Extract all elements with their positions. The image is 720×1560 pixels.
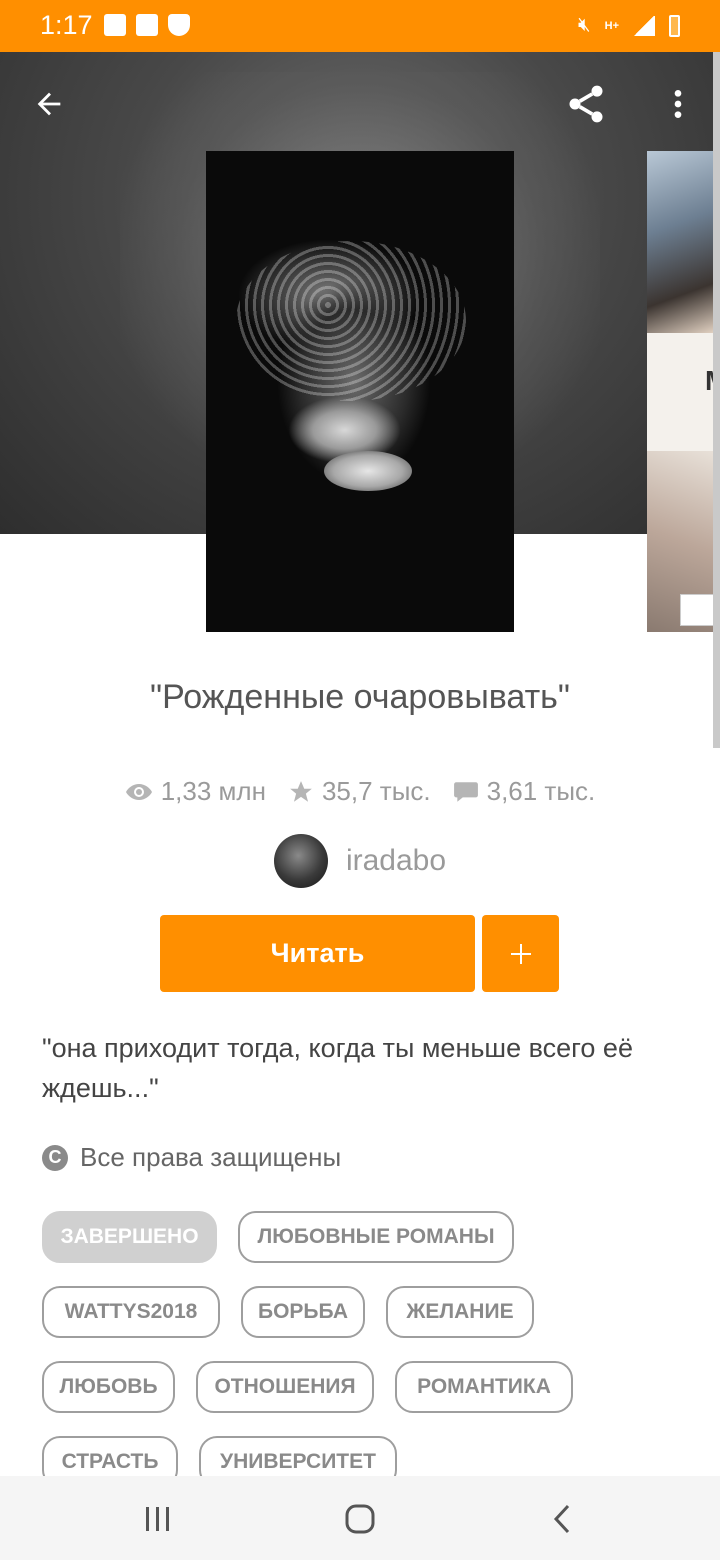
plus-icon	[510, 943, 531, 964]
copyright-row: C Все права защищены	[42, 1142, 341, 1173]
next-story-cover[interactable]: M	[647, 151, 720, 632]
share-icon	[569, 85, 603, 123]
notification-icons	[104, 14, 190, 36]
home-icon	[345, 1504, 375, 1534]
next-cover-photo-top	[647, 151, 720, 333]
battery-icon	[669, 14, 680, 37]
mute-icon: 🔇︎	[578, 14, 591, 36]
tag-romantic[interactable]: РОМАНТИКА	[395, 1361, 573, 1413]
tag-desire[interactable]: ЖЕЛАНИЕ	[386, 1286, 534, 1338]
author-name[interactable]: iradabo	[346, 844, 446, 878]
back-chevron-icon	[553, 1504, 570, 1534]
story-cover-image[interactable]	[206, 151, 514, 632]
recent-apps-button[interactable]	[130, 1494, 186, 1544]
tag-love[interactable]: ЛЮБОВЬ	[42, 1361, 175, 1413]
story-stats: 1,33 млн 35,7 тыс. 3,61 тыс.	[0, 776, 720, 807]
system-icons: 🔇︎ H+	[578, 14, 680, 37]
tag-relationships[interactable]: ОТНОШЕНИЯ	[196, 1361, 374, 1413]
story-description: "она приходит тогда, когда ты меньше все…	[42, 1033, 633, 1103]
scroll-indicator	[713, 52, 720, 748]
more-options-button[interactable]	[648, 74, 708, 134]
arrow-left-icon	[37, 92, 61, 116]
back-button[interactable]	[19, 74, 79, 134]
tag-wattys2018[interactable]: WATTYS2018	[42, 1286, 220, 1338]
read-button[interactable]: Читать	[160, 915, 475, 992]
cover-lips	[324, 451, 412, 491]
add-to-library-button[interactable]	[482, 915, 559, 992]
tag-romance[interactable]: ЛЮБОВНЫЕ РОМАНЫ	[238, 1211, 514, 1263]
copyright-icon: C	[42, 1144, 68, 1171]
comment-icon	[453, 781, 478, 802]
signal-icon	[633, 15, 655, 36]
wifi-icon	[168, 14, 190, 36]
votes-stat: 35,7 тыс.	[288, 776, 431, 807]
status-time: 1:17	[40, 10, 93, 40]
author-row[interactable]: iradabo	[0, 834, 720, 888]
star-icon	[290, 780, 312, 802]
share-button[interactable]	[556, 74, 616, 134]
comments-count: 3,61 тыс.	[486, 776, 596, 806]
gallery-icon	[104, 14, 126, 36]
recent-apps-icon	[146, 1507, 169, 1531]
system-back-button[interactable]	[534, 1494, 590, 1544]
views-stat: 1,33 млн	[125, 776, 266, 807]
votes-count: 35,7 тыс.	[321, 776, 431, 806]
tag-completed[interactable]: ЗАВЕРШЕНО	[42, 1211, 217, 1263]
comments-stat: 3,61 тыс.	[453, 776, 596, 807]
avatar[interactable]	[273, 834, 328, 888]
copyright-text: Все права защищены	[80, 1142, 342, 1172]
more-vertical-icon	[674, 90, 682, 118]
network-type-label: H+	[604, 19, 619, 32]
cover-lace-pattern	[236, 241, 466, 401]
eye-icon	[125, 783, 152, 800]
views-count: 1,33 млн	[160, 776, 266, 806]
navigation-bar	[0, 1476, 720, 1560]
home-button[interactable]	[332, 1494, 388, 1544]
status-bar: 1:17 🔇︎ H+	[0, 0, 720, 52]
checkbox-icon	[136, 14, 158, 36]
story-title: "Рожденные очаровывать"	[150, 678, 570, 716]
tag-struggle[interactable]: БОРЬБА	[241, 1286, 365, 1338]
